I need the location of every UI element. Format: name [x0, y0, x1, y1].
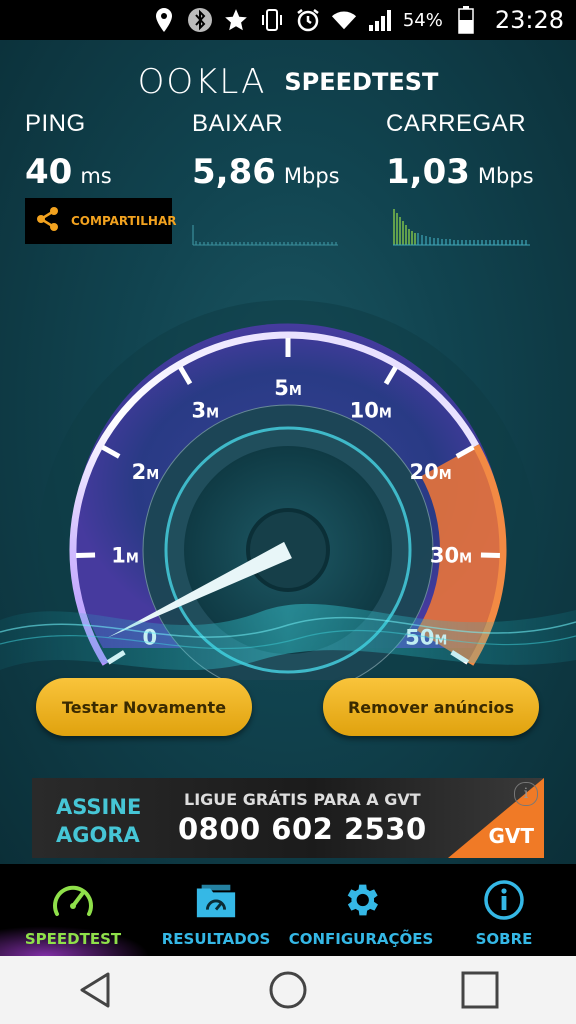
home-button[interactable] — [253, 960, 323, 1020]
ad-info-icon[interactable]: i — [514, 782, 538, 806]
vibrate-icon — [259, 7, 285, 33]
speedtest-screen: OOKLA SPEEDTEST PING 40 ms BAIXAR 5,86 Mbp… — [0, 40, 576, 864]
tab-about[interactable]: SOBRE — [462, 864, 546, 956]
remove-ads-button[interactable]: Remover anúncios — [323, 678, 539, 736]
recents-button[interactable] — [445, 960, 515, 1020]
share-icon — [35, 206, 61, 236]
tab-speedtest[interactable]: SPEEDTEST — [20, 864, 126, 956]
upload-label: CARREGAR — [386, 110, 527, 137]
gear-icon — [339, 878, 383, 922]
ad-brand: GVT — [488, 824, 534, 848]
signal-icon — [367, 7, 393, 33]
upload-sparkline — [393, 209, 530, 246]
tab-speedtest-label: SPEEDTEST — [24, 930, 122, 948]
retest-button[interactable]: Testar Novamente — [36, 678, 252, 736]
back-button[interactable] — [61, 960, 131, 1020]
ping-metric: PING 40 ms — [25, 110, 112, 192]
back-triangle-icon — [80, 972, 110, 1008]
recents-square-icon — [461, 971, 499, 1009]
tab-about-label: SOBRE — [475, 930, 533, 948]
ad-headline: ASSINE AGORA — [56, 793, 141, 849]
status-bar: 54% 23:28 — [0, 0, 576, 40]
upload-value: 1,03 — [386, 152, 470, 192]
download-unit: Mbps — [283, 164, 340, 188]
bluetooth-icon — [187, 7, 213, 33]
tab-results[interactable]: RESULTADOS — [160, 864, 272, 956]
results-folder-icon — [194, 878, 238, 922]
tab-settings[interactable]: CONFIGURAÇÕES — [289, 864, 433, 956]
upload-unit: Mbps — [477, 164, 534, 188]
logo-ookla: OOKLA — [137, 62, 267, 102]
speed-gauge: 01M2M3M5M10M20M30M50M — [0, 300, 576, 680]
bottom-tab-bar: SPEEDTEST RESULTADOS CONFIGURAÇÕES SOBRE — [0, 864, 576, 956]
home-circle-icon — [269, 971, 307, 1009]
ping-value: 40 — [25, 152, 73, 192]
upload-metric: CARREGAR 1,03 Mbps — [386, 110, 534, 192]
tab-results-label: RESULTADOS — [161, 930, 271, 948]
gvt-ad-banner[interactable]: ASSINE AGORA LIGUE GRÁTIS PARA A GVT 080… — [32, 778, 544, 858]
share-button[interactable]: COMPARTILHAR — [25, 198, 177, 244]
download-value: 5,86 — [192, 152, 276, 192]
star-icon — [223, 7, 249, 33]
clock: 23:28 — [494, 6, 564, 34]
share-label: COMPARTILHAR — [71, 214, 177, 228]
download-label: BAIXAR — [192, 110, 284, 137]
tab-settings-label: CONFIGURAÇÕES — [288, 930, 434, 948]
logo-speedtest: SPEEDTEST — [284, 68, 439, 96]
download-sparkline — [192, 225, 338, 246]
battery-icon — [453, 6, 479, 34]
ookla-speedtest-logo: OOKLA SPEEDTEST — [0, 62, 576, 102]
alarm-icon — [295, 7, 321, 33]
ad-headline-line1: ASSINE — [56, 795, 142, 819]
battery-percent: 54% — [402, 9, 443, 31]
ad-headline-line2: AGORA — [56, 823, 140, 847]
ping-unit: ms — [80, 164, 112, 188]
speedometer-icon — [51, 878, 95, 922]
info-icon — [482, 878, 526, 922]
wifi-icon — [331, 7, 357, 33]
download-metric: BAIXAR 5,86 Mbps — [192, 110, 340, 192]
ad-phone: 0800 602 2530 — [178, 812, 427, 846]
ad-tagline: LIGUE GRÁTIS PARA A GVT — [184, 790, 421, 809]
location-icon — [151, 7, 177, 33]
ping-label: PING — [25, 110, 86, 137]
system-nav-bar — [0, 956, 576, 1024]
